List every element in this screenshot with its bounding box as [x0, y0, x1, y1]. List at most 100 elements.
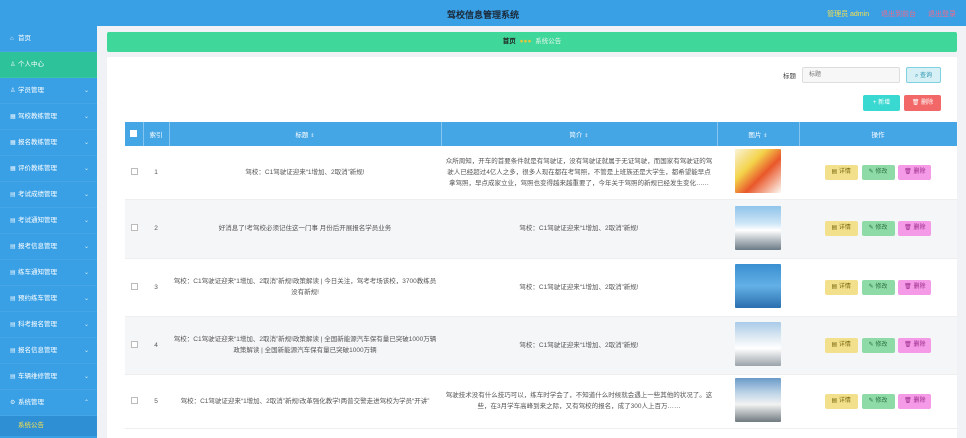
table-row: 3 驾校：C1驾驶证迎来“1增加、2取消”新规!政策解读 | 今日关注，驾考考场…: [125, 258, 957, 317]
sidebar-item-system[interactable]: ⚙ 系统管理 ⌃: [0, 390, 97, 416]
detail-button-label: 详情: [838, 168, 851, 175]
row-thumbnail[interactable]: [735, 205, 781, 250]
header-index[interactable]: 索引: [143, 122, 170, 146]
exit-to-front-link[interactable]: 退出到前台: [881, 11, 916, 18]
row-checkbox[interactable]: [130, 167, 138, 175]
chevron-down-icon: ⌄: [83, 114, 89, 120]
edit-button[interactable]: ✎ 修改: [861, 164, 895, 180]
sidebar-item-subject-registration[interactable]: ▤ 科考报名管理 ⌄: [0, 312, 97, 338]
sidebar-item-label: 系统管理: [18, 399, 44, 406]
query-button[interactable]: ⌕ 查询: [905, 67, 941, 83]
sidebar-item-practice-notices[interactable]: ▤ 练车通知管理 ⌄: [0, 260, 97, 286]
row-thumbnail[interactable]: [735, 322, 781, 366]
grid-icon: ▦: [10, 166, 16, 172]
delete-button-label: 删除: [913, 341, 926, 348]
delete-button[interactable]: 🗑 删除: [898, 393, 932, 409]
chevron-down-icon: ⌄: [83, 270, 89, 276]
sidebar-item-vehicle-repair[interactable]: ▤ 车辆维修管理 ⌄: [0, 364, 97, 390]
row-select-cell: [125, 199, 143, 259]
row-image-cell: [717, 374, 799, 429]
delete-button[interactable]: 🗑 删除: [898, 164, 932, 180]
row-checkbox[interactable]: [130, 282, 138, 290]
edit-button[interactable]: ✎ 修改: [861, 279, 895, 295]
logout-link[interactable]: 退出登录: [928, 11, 956, 18]
sidebar-item-coaches[interactable]: ▦ 驾校教练管理 ⌄: [0, 104, 97, 130]
table-header-row: 索引 标题 ⇕ 简介 ⇕ 图片 ⇕ 操作: [125, 122, 958, 146]
grid-icon: ▦: [10, 140, 16, 146]
sidebar-item-exam-registration[interactable]: ▤ 报考信息管理 ⌄: [0, 234, 97, 260]
delete-button[interactable]: 🗑 删除: [898, 337, 932, 353]
header-title[interactable]: 标题 ⇕: [169, 122, 442, 146]
edit-button[interactable]: ✎ 修改: [861, 393, 895, 409]
row-thumbnail[interactable]: [735, 378, 781, 422]
detail-icon: ▤: [831, 341, 839, 348]
breadcrumb-separator: ●●●: [519, 38, 532, 45]
batch-delete-button[interactable]: 🗑 删除: [904, 95, 941, 111]
row-intro: 驾校：C1驾驶证迎来“1增加、2取消”新规!: [441, 258, 717, 317]
search-bar: 标题 ⌕ 查询: [783, 67, 941, 83]
sidebar-item-students[interactable]: ♙ 学员管理 ⌄: [0, 78, 97, 104]
chevron-down-icon: ⌄: [83, 322, 89, 328]
table-row: 4 驾校：C1驾驶证迎来“1增加、2取消”新规!政策解读 | 全国新能源汽车保有…: [125, 316, 957, 375]
header-operation: 操作: [799, 122, 958, 146]
delete-button[interactable]: 🗑 删除: [898, 221, 932, 236]
sort-icon: ⇕: [584, 133, 589, 139]
delete-button-label: 删除: [913, 225, 926, 231]
doc-icon: ▤: [10, 244, 16, 250]
content-panel: 标题 ⌕ 查询 + 新增 🗑 删除 索引 标题⇕ 简介⇕ 图片⇕ 操作: [107, 57, 958, 438]
detail-button-label: 详情: [838, 225, 851, 231]
sidebar-item-exam-scores[interactable]: ▤ 考试成绩管理 ⌄: [0, 182, 97, 208]
sidebar-item-label: 驾校教练管理: [18, 113, 57, 120]
select-all-checkbox[interactable]: [130, 129, 138, 137]
chevron-up-icon: ⌃: [83, 400, 89, 406]
row-intro: 驾校：C1驾驶证迎来“1增加、2取消”新规!: [441, 199, 717, 259]
main-content: 首页 ●●● 系统公告 标题 ⌕ 查询 + 新增 🗑 删除 索引 标题⇕ 简介⇕: [97, 26, 966, 438]
detail-button[interactable]: ▤ 详情: [824, 337, 858, 353]
grid-icon: ▦: [10, 114, 16, 120]
sidebar-item-coach-signup[interactable]: ▦ 报名教练管理 ⌄: [0, 130, 97, 156]
header-intro[interactable]: 简介 ⇕: [441, 122, 718, 146]
admin-label: 管理员 admin: [827, 11, 870, 18]
table-row: 5 驾校：C1驾驶证迎来“1增加、2取消”新规!改革强化教学!两普交警走进驾校为…: [125, 374, 957, 429]
detail-button-label: 详情: [838, 397, 851, 404]
trash-icon: 🗑: [911, 100, 920, 106]
detail-icon: ▤: [831, 283, 839, 290]
table-row: 1 驾校：C1驾驶证迎来“1增加、2取消”新规! 众所周知，开车的首要条件就是有…: [125, 146, 957, 200]
sidebar-subitem-announcements[interactable]: 系统公告: [0, 416, 97, 436]
row-checkbox[interactable]: [130, 340, 138, 348]
row-thumbnail[interactable]: [735, 149, 781, 194]
header-image-label: 图片: [748, 132, 762, 139]
delete-button[interactable]: 🗑 删除: [898, 279, 932, 295]
detail-button[interactable]: ▤ 详情: [824, 393, 858, 409]
row-index: 3: [143, 258, 169, 317]
edit-button[interactable]: ✎ 修改: [861, 337, 895, 353]
edit-button-label: 修改: [875, 225, 888, 231]
sidebar-item-label: 考试通知管理: [18, 217, 57, 224]
detail-button[interactable]: ▤ 详情: [824, 221, 858, 236]
detail-button[interactable]: ▤ 详情: [824, 164, 858, 180]
sidebar-item-coach-review[interactable]: ▦ 评价教练管理 ⌄: [0, 156, 97, 182]
header-image[interactable]: 图片 ⇕: [717, 122, 800, 146]
sidebar-item-home[interactable]: ⌂ 首页: [0, 26, 97, 52]
sidebar-item-practice-booking[interactable]: ▤ 预约练车管理 ⌄: [0, 286, 97, 312]
row-intro: 驾驶技术没有什么技巧可以，练车时学会了，不知道什么时候就会遇上一些其他的状况了。…: [441, 374, 717, 429]
detail-button-label: 详情: [838, 283, 851, 290]
sidebar-item-profile[interactable]: ♙ 个人中心: [0, 52, 97, 78]
detail-icon: ▤: [831, 225, 839, 231]
sidebar-item-signup-info[interactable]: ▤ 报名信息管理 ⌄: [0, 338, 97, 364]
delete-button-label: 删除: [913, 283, 926, 290]
edit-button[interactable]: ✎ 修改: [861, 221, 895, 236]
breadcrumb-home[interactable]: 首页: [503, 38, 516, 45]
sidebar-item-exam-notices[interactable]: ▤ 考试通知管理 ⌄: [0, 208, 97, 234]
add-button[interactable]: + 新增: [863, 95, 900, 111]
row-thumbnail[interactable]: [735, 264, 781, 308]
chevron-down-icon: ⌄: [83, 166, 89, 172]
detail-button[interactable]: ▤ 详情: [824, 279, 858, 295]
row-checkbox[interactable]: [130, 396, 138, 404]
search-input[interactable]: [801, 67, 900, 83]
search-label: 标题: [782, 73, 796, 80]
row-checkbox[interactable]: [130, 224, 138, 231]
breadcrumb-current: 系统公告: [535, 38, 562, 45]
top-bar: 驾校信息管理系统 管理员 admin 退出到前台 退出登录: [0, 0, 966, 26]
chevron-down-icon: ⌄: [83, 140, 89, 146]
